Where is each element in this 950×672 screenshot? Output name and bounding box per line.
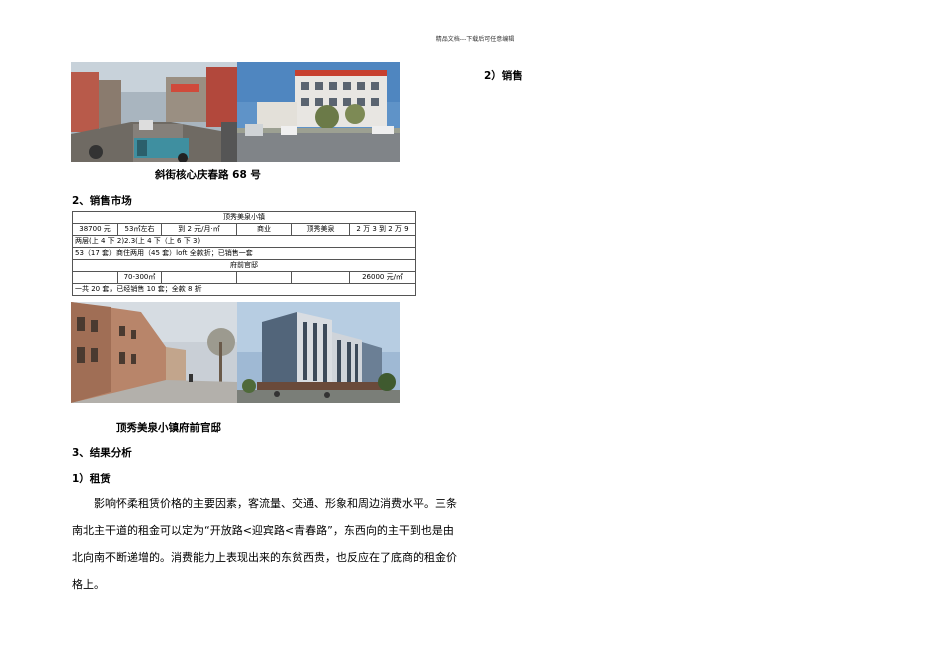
table-cell: 府前官邸 [71, 259, 417, 272]
section-2-heading: 2、销售市场 [72, 195, 132, 207]
table-cell: 53（17 套）商住两用（45 套）loft 全款折；已销售一套 [71, 247, 417, 260]
table-cell: 顶秀美泉小镇 [71, 211, 417, 224]
paragraph-line: 格上。 [72, 578, 105, 591]
table-cell: 商业 [236, 223, 292, 236]
paragraph-line: 影响怀柔租赁价格的主要因素，客流量、交通、形象和周边消费水平。三条 [94, 497, 457, 510]
table-cell: 2 万 3 到 2 万 9 [348, 223, 417, 236]
table-row: 府前官邸 [71, 259, 417, 272]
sales-market-table: 顶秀美泉小镇 38700 元 53㎡左右 到 2 元/月·㎡ 商业 顶秀美泉 2… [71, 211, 417, 296]
right-heading: 2）销售 [484, 70, 523, 82]
table-cell: 到 2 元/月·㎡ [161, 223, 237, 236]
paragraph-line: 北向南不断递增的。消费能力上表现出来的东贫西贵，也反应在了底商的租金价 [72, 551, 457, 564]
page-header-note: 精品文档---下载后可任意编辑 [435, 36, 515, 43]
town-street-photo [71, 302, 237, 403]
table-cell: 顶秀美泉 [291, 223, 350, 236]
table-row: 顶秀美泉小镇 [71, 211, 417, 224]
paragraph-line: 南北主干道的租金可以定为“开放路<迎宾路<青春路”，东西向的主干到也是由 [72, 524, 454, 537]
table-row: 38700 元 53㎡左右 到 2 元/月·㎡ 商业 顶秀美泉 2 万 3 到 … [72, 223, 417, 236]
table-cell [161, 271, 237, 284]
table-cell: 38700 元 [72, 223, 118, 236]
building-photo [237, 62, 400, 162]
section-3-heading: 3、结果分析 [72, 447, 132, 459]
table-cell [72, 271, 118, 284]
photo-caption-2: 顶秀美泉小镇府前官邸 [116, 422, 221, 434]
table-cell: 一共 20 套，已经销售 10 套；全款 8 折 [71, 283, 417, 296]
table-row: 两层(上 4 下 2)2.3(上 4 下（上 6 下 3) [71, 235, 417, 248]
photo-caption-1: 斜街核心庆春路 68 号 [155, 169, 261, 181]
rental-analysis-paragraph: 影响怀柔租赁价格的主要因素，客流量、交通、形象和周边消费水平。三条 南北主干道的… [72, 490, 467, 598]
table-row: 53（17 套）商住两用（45 套）loft 全款折；已销售一套 [71, 247, 417, 260]
table-cell: 26000 元/㎡ [348, 271, 417, 284]
table-cell: 70-300㎡ [117, 271, 162, 284]
table-row: 一共 20 套，已经销售 10 套；全款 8 折 [71, 283, 417, 296]
table-cell [291, 271, 350, 284]
table-cell: 两层(上 4 下 2)2.3(上 4 下（上 6 下 3) [71, 235, 417, 248]
subsection-1-heading: 1）租赁 [72, 473, 111, 485]
table-row: 70-300㎡ 26000 元/㎡ [72, 271, 417, 284]
table-cell [236, 271, 292, 284]
apartment-render-photo [237, 302, 400, 403]
table-cell: 53㎡左右 [117, 223, 162, 236]
street-photo [71, 62, 237, 162]
